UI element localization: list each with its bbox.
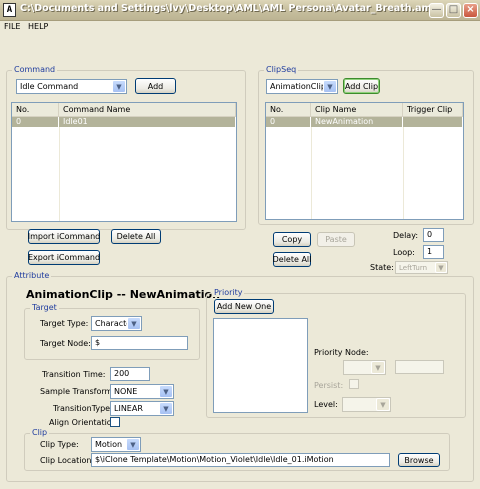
minimize-icon: — [431, 4, 442, 15]
column-header-no[interactable]: No. [12, 103, 59, 116]
delete-all-clips-button[interactable]: Delete All [273, 252, 311, 267]
add-command-button[interactable]: Add [135, 78, 176, 94]
clip-location-label: Clip Location: [40, 456, 95, 465]
chevron-down-icon: ▼ [376, 398, 390, 411]
clipseq-table-header: No. Clip Name Trigger Clip [266, 103, 463, 117]
delay-input[interactable]: 0 [423, 228, 444, 242]
chevron-down-icon: ▼ [435, 262, 447, 273]
priority-group-label: Priority [212, 288, 245, 297]
state-select[interactable]: LeftTurn ▼ [395, 261, 448, 274]
clipseq-group-label: ClipSeq [264, 65, 299, 74]
align-orientation-checkbox[interactable] [110, 417, 120, 427]
state-value: LeftTurn [399, 263, 428, 272]
column-header-no[interactable]: No. [266, 103, 311, 116]
export-icommand-button[interactable]: Export iCommand [28, 250, 100, 265]
priority-list[interactable] [213, 318, 308, 413]
clip-type-field-select[interactable]: Motion ▼ [91, 437, 141, 452]
chevron-down-icon: ▼ [371, 361, 385, 374]
minimize-button[interactable]: — [429, 3, 444, 18]
chevron-down-icon: ▼ [127, 317, 141, 330]
chevron-down-icon: ▼ [112, 80, 126, 93]
sample-transform-value: NONE [114, 387, 138, 396]
browse-button[interactable]: Browse [398, 453, 440, 467]
loop-input[interactable]: 1 [423, 245, 444, 259]
level-select[interactable]: ▼ [342, 397, 391, 412]
target-group-label: Target [30, 303, 59, 312]
table-row[interactable]: 0 NewAnimation [266, 117, 463, 127]
close-icon: × [466, 4, 475, 15]
target-type-label: Target Type: [40, 319, 89, 328]
app-icon: A [3, 3, 16, 17]
row-clip-name: NewAnimation [311, 117, 403, 127]
column-divider [403, 127, 404, 219]
chevron-down-icon: ▼ [159, 402, 173, 415]
chevron-down-icon: ▼ [323, 80, 337, 93]
clip-type-select[interactable]: AnimationClip ▼ [266, 79, 338, 94]
clip-location-input[interactable]: $\iClone Template\Motion\Motion_Violet\I… [91, 453, 390, 467]
command-table[interactable]: No. Command Name 0 Idle01 [11, 102, 237, 222]
priority-node-input[interactable] [395, 360, 444, 374]
transition-time-label: Transition Time: [42, 370, 106, 379]
transition-type-select[interactable]: LINEAR ▼ [110, 401, 174, 416]
column-header-trigger-clip[interactable]: Trigger Clip [403, 103, 463, 116]
transition-type-label: TransitionType: [53, 404, 113, 413]
table-row[interactable]: 0 Idle01 [12, 117, 236, 127]
priority-node-label: Priority Node: [314, 348, 369, 357]
chevron-down-icon: ▼ [126, 438, 140, 451]
clipseq-table[interactable]: No. Clip Name Trigger Clip 0 NewAnimatio… [265, 102, 464, 220]
transition-type-value: LINEAR [114, 404, 143, 413]
clip-type-label: Clip Type: [40, 440, 79, 449]
state-label: State: [370, 263, 394, 272]
target-type-value: Character [95, 319, 127, 328]
add-new-priority-button[interactable]: Add New One [214, 299, 274, 314]
delay-label: Delay: [393, 231, 419, 240]
command-type-value: Idle Command [20, 82, 79, 91]
persist-label: Persist: [314, 381, 344, 390]
copy-button[interactable]: Copy [273, 232, 311, 247]
target-type-select[interactable]: Character ▼ [91, 316, 142, 331]
attribute-group-label: Attribute [12, 271, 52, 280]
sample-transform-label: Sample Transform: [40, 387, 116, 396]
column-header-clip-name[interactable]: Clip Name [311, 103, 403, 116]
command-group-label: Command [12, 65, 58, 74]
command-table-header: No. Command Name [12, 103, 236, 117]
maximize-button[interactable]: □ [446, 3, 461, 18]
maximize-icon: □ [448, 4, 459, 15]
delete-all-commands-button[interactable]: Delete All [111, 229, 161, 244]
column-divider [311, 127, 312, 219]
chevron-down-icon: ▼ [159, 385, 173, 398]
add-clip-button[interactable]: Add Clip [343, 78, 380, 94]
row-trigger-clip [403, 117, 463, 127]
paste-button[interactable]: Paste [317, 232, 355, 247]
priority-node-select[interactable]: ▼ [343, 360, 386, 375]
loop-label: Loop: [393, 248, 415, 257]
row-no: 0 [12, 117, 59, 127]
close-button[interactable]: × [463, 3, 478, 18]
row-no: 0 [266, 117, 311, 127]
clip-type-field-value: Motion [95, 440, 123, 449]
transition-time-input[interactable]: 200 [110, 367, 150, 381]
target-node-input[interactable]: $ [91, 336, 188, 350]
title-bar[interactable]: A C:\Documents and Settings\lvy\Desktop\… [0, 0, 480, 21]
import-icommand-button[interactable]: Import iCommand [28, 229, 100, 244]
animation-clip-title: AnimationClip -- NewAnimation [26, 288, 220, 301]
column-divider [59, 127, 60, 221]
persist-checkbox[interactable] [349, 379, 359, 389]
column-header-command-name[interactable]: Command Name [59, 103, 236, 116]
clip-type-value: AnimationClip [270, 82, 323, 91]
menu-file[interactable]: FILE [4, 22, 20, 31]
clip-group-label: Clip [30, 428, 50, 437]
level-label: Level: [314, 400, 338, 409]
target-node-label: Target Node: [40, 339, 91, 348]
align-orientation-label: Align Orientation: [49, 418, 120, 427]
sample-transform-select[interactable]: NONE ▼ [110, 384, 174, 399]
window-title: C:\Documents and Settings\lvy\Desktop\AM… [20, 3, 435, 14]
menu-help[interactable]: HELP [28, 22, 48, 31]
command-type-select[interactable]: Idle Command ▼ [16, 79, 127, 94]
row-command-name: Idle01 [59, 117, 236, 127]
